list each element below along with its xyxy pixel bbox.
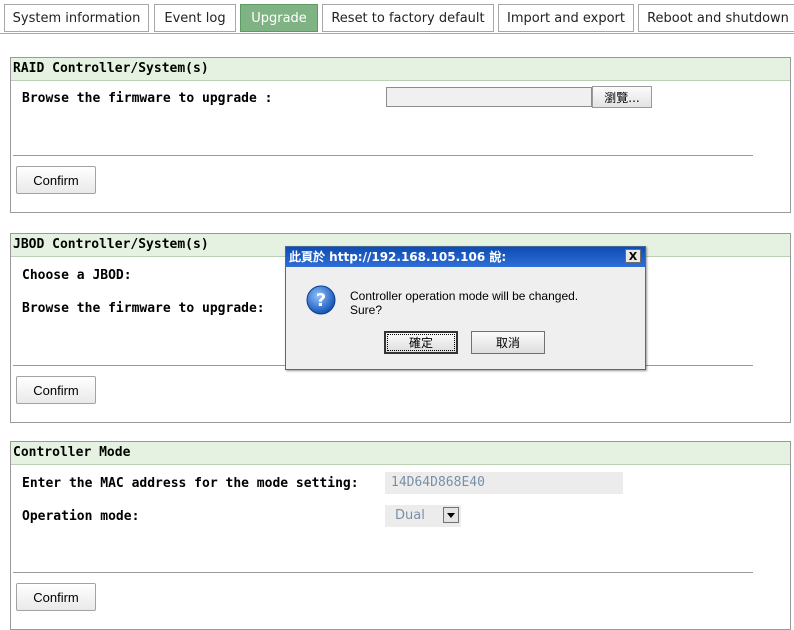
raid-file-input[interactable]: [386, 87, 592, 107]
operation-mode-select[interactable]: Dual: [385, 505, 461, 527]
controller-mode-title: Controller Mode: [11, 442, 790, 465]
confirm-dialog: 此頁於 http://192.168.105.106 說: X ? Contro…: [285, 246, 646, 370]
raid-browse-button[interactable]: 瀏覽...: [592, 86, 652, 108]
raid-confirm-button[interactable]: Confirm: [16, 166, 96, 194]
dialog-message-line2: Sure?: [350, 303, 383, 317]
svg-text:?: ?: [316, 290, 326, 311]
dialog-message: Controller operation mode will be change…: [350, 289, 578, 317]
controller-mode-confirm-button[interactable]: Confirm: [16, 583, 96, 611]
chevron-down-icon[interactable]: [443, 507, 459, 523]
tab-reset-factory-default[interactable]: Reset to factory default: [322, 4, 494, 32]
controller-mode-panel: Controller Mode Enter the MAC address fo…: [10, 441, 791, 630]
tab-import-export[interactable]: Import and export: [498, 4, 634, 32]
tab-reboot-shutdown[interactable]: Reboot and shutdown: [638, 4, 794, 32]
jbod-browse-label: Browse the firmware to upgrade:: [22, 301, 265, 316]
tab-divider: [0, 33, 794, 34]
jbod-confirm-button[interactable]: Confirm: [16, 376, 96, 404]
raid-panel: RAID Controller/System(s) Browse the fir…: [10, 57, 791, 213]
jbod-choose-label: Choose a JBOD:: [22, 268, 132, 283]
raid-browse-label: Browse the firmware to upgrade :: [22, 91, 273, 106]
dialog-ok-button[interactable]: 確定: [384, 331, 458, 354]
tab-upgrade[interactable]: Upgrade: [240, 4, 318, 32]
raid-panel-title: RAID Controller/System(s): [11, 58, 790, 81]
tab-event-log[interactable]: Event log: [154, 4, 236, 32]
raid-divider: [13, 155, 753, 156]
tab-system-information[interactable]: System information: [4, 4, 149, 32]
controller-mode-divider: [13, 572, 753, 573]
dialog-title-bar: 此頁於 http://192.168.105.106 說: X: [286, 247, 645, 267]
operation-mode-value: Dual: [395, 508, 425, 523]
dialog-title: 此頁於 http://192.168.105.106 說:: [289, 250, 507, 264]
dialog-message-line1: Controller operation mode will be change…: [350, 289, 579, 303]
dialog-cancel-button[interactable]: 取消: [471, 331, 545, 354]
close-icon[interactable]: X: [625, 249, 641, 263]
operation-mode-label: Operation mode:: [22, 509, 140, 524]
mac-address-field[interactable]: 14D64D868E40: [385, 472, 623, 494]
question-icon: ?: [306, 285, 336, 315]
mac-label: Enter the MAC address for the mode setti…: [22, 476, 359, 491]
